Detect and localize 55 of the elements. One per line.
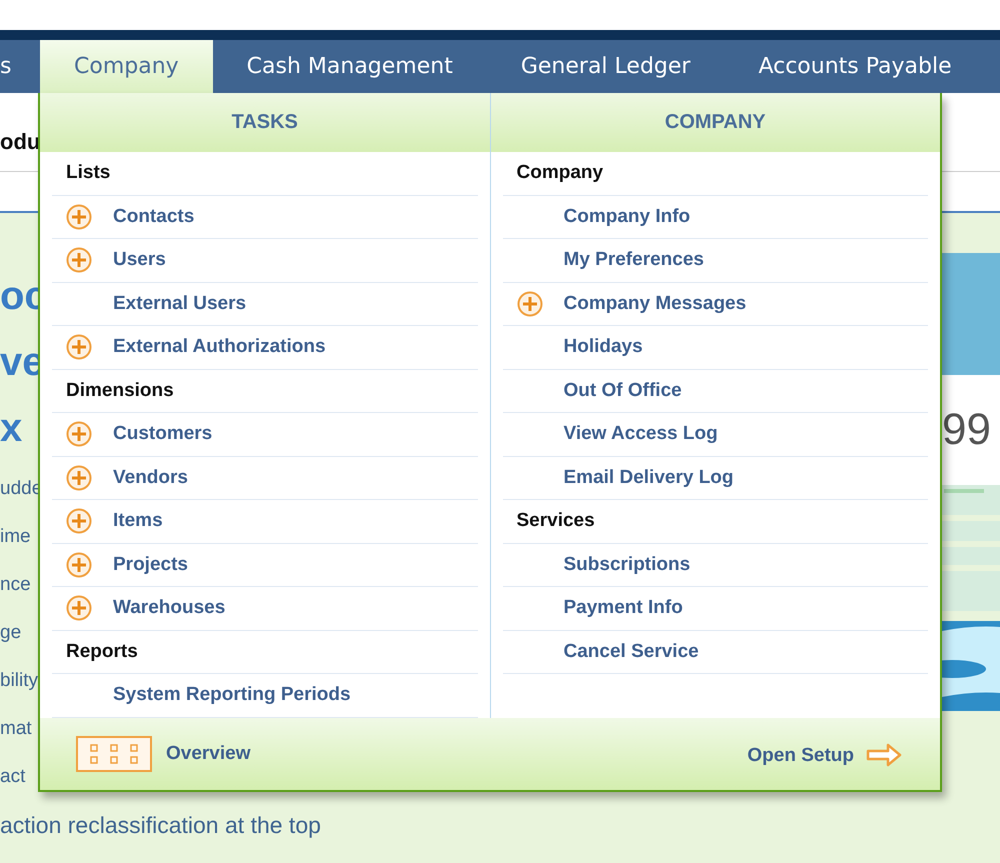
nav-tab[interactable]: Company — [40, 40, 213, 93]
plus-icon[interactable] — [66, 552, 92, 578]
menu-link[interactable]: Email Delivery Log — [564, 466, 734, 489]
menu-link[interactable]: Contacts — [113, 206, 194, 228]
menu-link[interactable]: Company Messages — [564, 292, 746, 315]
feature-text: ge — [0, 621, 22, 645]
grid-icon[interactable] — [76, 736, 152, 772]
menu-link[interactable]: Payment Info — [564, 597, 683, 620]
feature-text: mat — [0, 717, 33, 741]
feature-text: nce — [0, 573, 32, 597]
menu-link[interactable]: Subscriptions — [564, 554, 690, 576]
overview-link[interactable]: Overview — [166, 742, 250, 764]
group-label: Services — [516, 510, 595, 532]
nav-tab[interactable]: Accounts Payable — [724, 40, 986, 93]
feature-text: bility — [0, 669, 40, 693]
menu-link[interactable]: My Preferences — [564, 249, 704, 272]
group-label: Reports — [65, 640, 138, 663]
menu-link[interactable]: Holidays — [564, 336, 643, 358]
open-setup-link[interactable]: Open Setup — [747, 744, 854, 766]
feature-text: ime — [0, 525, 32, 549]
plus-icon[interactable] — [66, 421, 92, 448]
group-label: Dimensions — [65, 380, 174, 402]
menu-link[interactable]: View Access Log — [564, 423, 718, 446]
page-heading: odu — [0, 129, 40, 155]
page-title: x — [0, 405, 24, 452]
group-label: Lists — [65, 162, 110, 184]
plus-icon[interactable] — [66, 595, 92, 622]
nav-tab[interactable]: General Ledger — [486, 40, 724, 93]
plus-icon[interactable] — [66, 247, 92, 274]
figure-number: 99 — [942, 375, 1000, 485]
menu-link[interactable]: Projects — [113, 554, 188, 576]
menu-link[interactable]: Users — [113, 249, 166, 272]
menu-link[interactable]: Out Of Office — [564, 380, 682, 402]
plus-icon[interactable] — [66, 334, 92, 360]
menu-link[interactable]: External Authorizations — [113, 336, 326, 358]
plus-icon[interactable] — [66, 204, 92, 230]
arrow-icon[interactable] — [866, 742, 902, 766]
menu-link[interactable]: Customers — [113, 423, 212, 446]
column-header: COMPANY — [490, 93, 940, 152]
nav-tab[interactable]: s — [0, 40, 40, 93]
menu-link[interactable]: Items — [113, 510, 163, 532]
feature-text: act — [0, 765, 26, 789]
menu-link[interactable]: System Reporting Periods — [113, 684, 351, 706]
group-label: Company — [516, 162, 604, 184]
plus-icon[interactable] — [66, 508, 92, 534]
nav-tab[interactable]: Cash Management — [212, 40, 487, 93]
column-header: TASKS — [40, 93, 490, 152]
feature-text: action reclassification at the top — [0, 812, 321, 839]
menu-link[interactable]: Cancel Service — [564, 640, 699, 663]
menu-link[interactable]: Vendors — [113, 466, 188, 489]
plus-icon[interactable] — [516, 290, 542, 317]
plus-icon[interactable] — [66, 464, 92, 491]
menu-link[interactable]: External Users — [113, 292, 246, 315]
menu-link[interactable]: Warehouses — [113, 597, 226, 620]
menu-link[interactable]: Company Info — [564, 206, 690, 228]
